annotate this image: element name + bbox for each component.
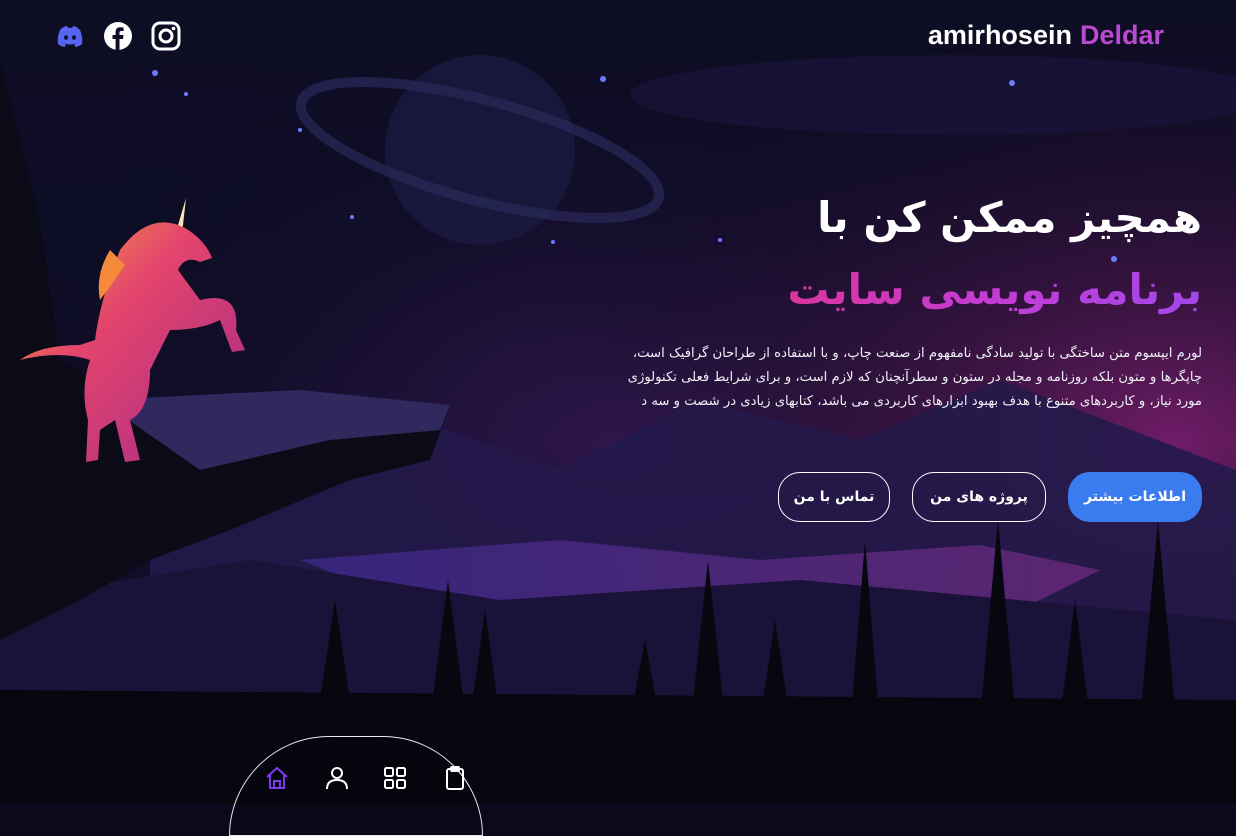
instagram-icon[interactable] [150, 20, 182, 52]
my-projects-button[interactable]: پروژه های من [912, 472, 1046, 522]
hero-section: همچیز ممکن کن با برنامه نویسی سایت لورم … [612, 188, 1202, 414]
hero-description: لورم ایپسوم متن ساختگی با تولید سادگی نا… [627, 346, 1202, 409]
hero-title-line2: برنامه نویسی سایت [612, 260, 1202, 320]
social-links [54, 20, 182, 52]
site-brand[interactable]: amirhosein Deldar [928, 20, 1164, 51]
home-icon[interactable] [264, 765, 290, 791]
hero-buttons: اطلاعات بیشتر پروژه های من تماس با من [778, 472, 1202, 522]
clipboard-icon[interactable] [442, 765, 468, 791]
user-icon[interactable] [324, 765, 350, 791]
hero-title-line1: همچیز ممکن کن با [817, 193, 1202, 242]
discord-icon[interactable] [54, 20, 86, 52]
grid-icon[interactable] [382, 765, 408, 791]
brand-last-name: Deldar [1079, 20, 1164, 50]
more-info-button[interactable]: اطلاعات بیشتر [1068, 472, 1202, 522]
contact-me-button[interactable]: تماس با من [778, 472, 890, 522]
brand-first-name: amirhosein [927, 20, 1072, 50]
facebook-icon[interactable] [102, 20, 134, 52]
